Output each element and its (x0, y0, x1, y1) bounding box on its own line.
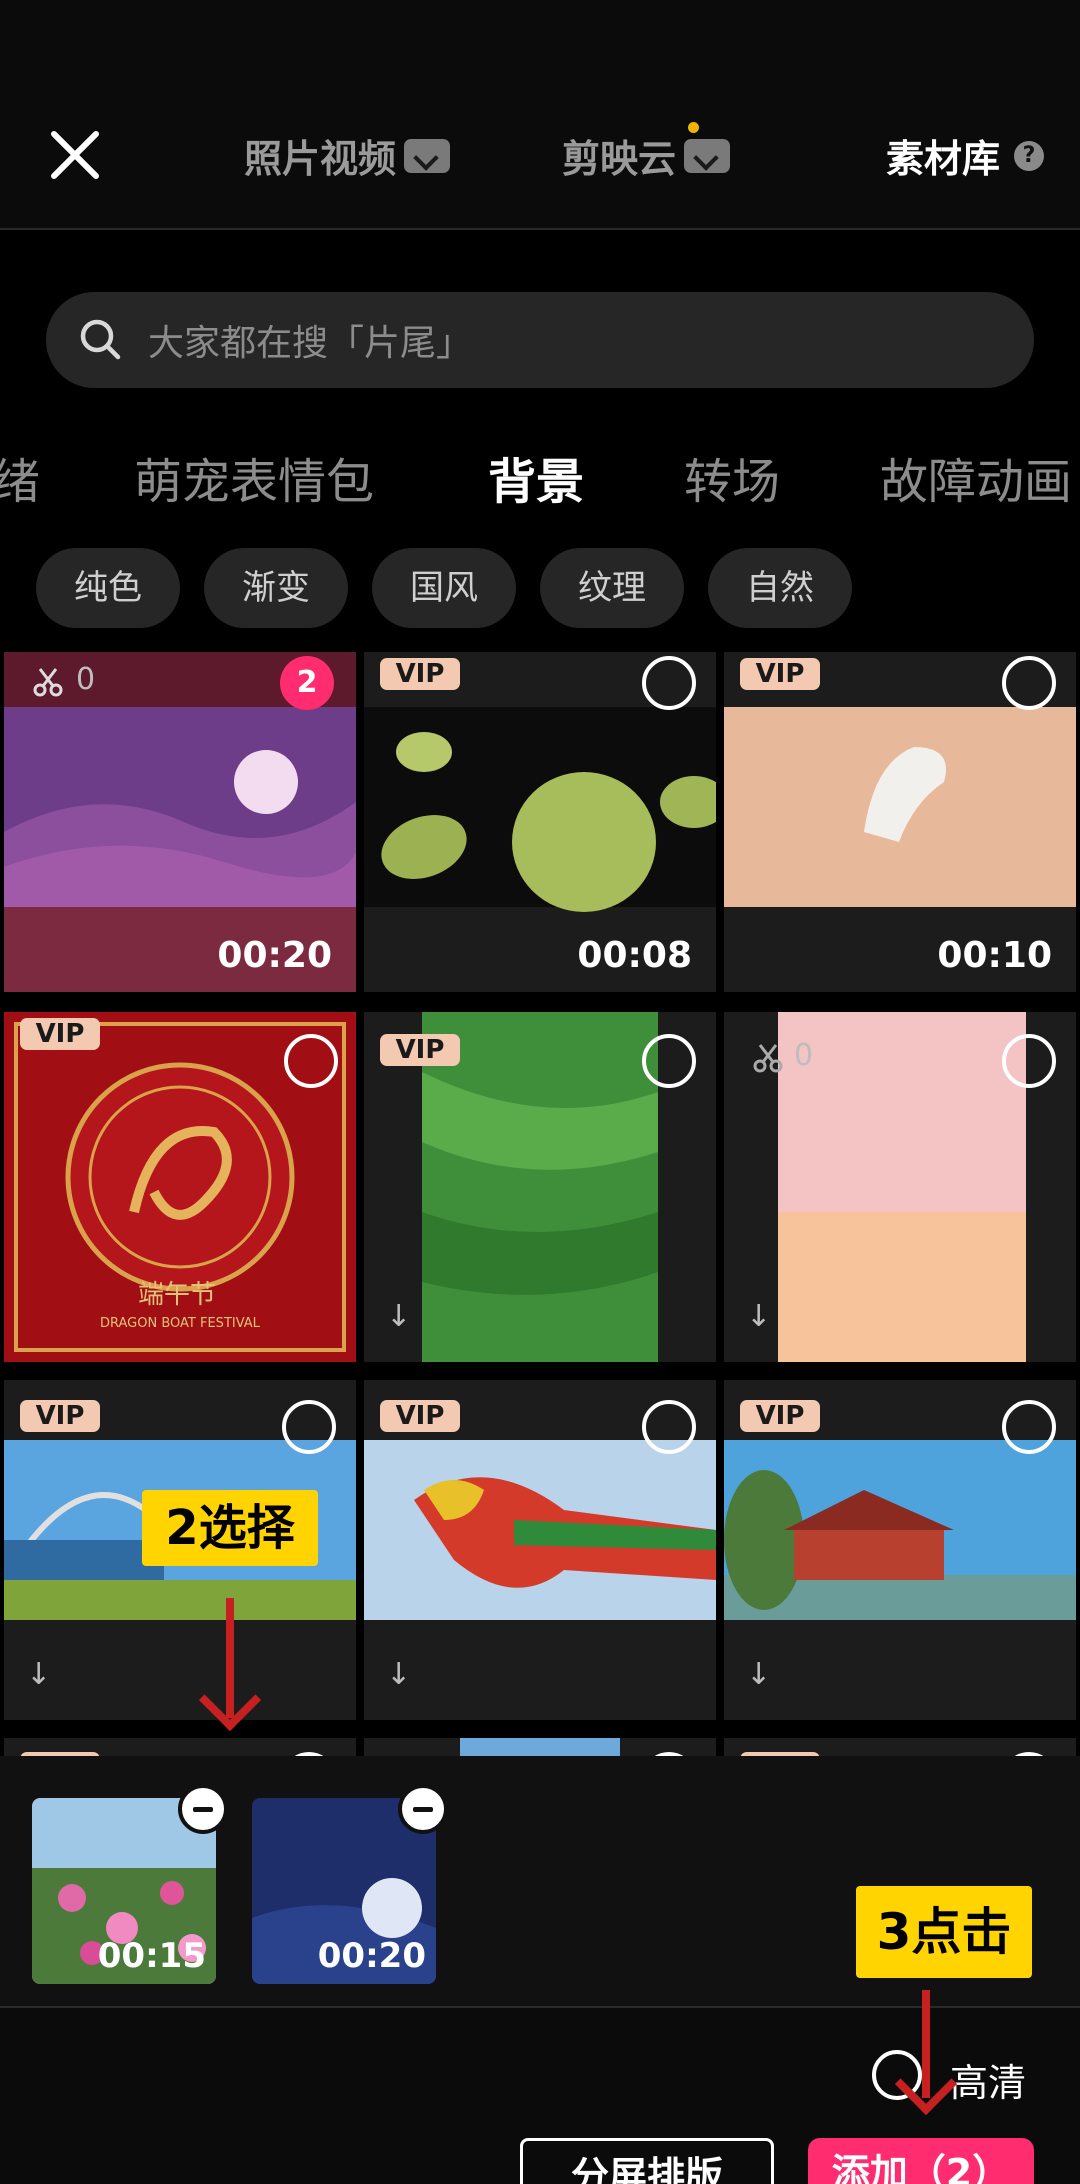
vip-badge: VIP (380, 1034, 460, 1066)
vip-badge: VIP (380, 1400, 460, 1432)
filter-chip[interactable]: 自然 (708, 548, 852, 628)
thumbnail (460, 1738, 620, 1757)
duration-label: 00:08 (577, 935, 692, 976)
select-circle[interactable] (282, 1400, 336, 1454)
material-item-selected[interactable]: 0 2 00:20 (4, 652, 356, 992)
filter-chip[interactable]: 国风 (372, 548, 516, 628)
category-tab[interactable]: 转场 (684, 442, 780, 512)
material-item[interactable]: VIP ↓ (364, 1380, 716, 1720)
tab-material-library[interactable]: 素材库 ? (886, 128, 1045, 183)
filter-chip[interactable]: 纯色 (36, 548, 180, 628)
material-item[interactable]: VIP ↓ (364, 1012, 716, 1362)
remove-icon[interactable] (398, 1784, 448, 1834)
top-bar: 照片视频 剪映云 素材库 ? (0, 0, 1080, 230)
material-item[interactable]: 0 (364, 1738, 716, 1757)
material-item[interactable]: VIP (4, 1738, 356, 1757)
material-item[interactable]: VIP 00:10 (724, 652, 1076, 992)
close-icon[interactable] (46, 126, 104, 184)
annotation-step3: 3点击 (856, 1886, 1032, 1978)
scissors-icon (33, 668, 63, 697)
cut-count: 0 (76, 662, 96, 697)
download-icon[interactable]: ↓ (746, 1299, 771, 1334)
duration-label: 00:10 (937, 935, 1052, 976)
vip-badge: VIP (20, 1400, 100, 1432)
caption: 端午节 (138, 1280, 217, 1310)
tab-photos-videos[interactable]: 照片视频 (244, 128, 451, 183)
select-circle[interactable] (1002, 1034, 1056, 1088)
material-item[interactable]: VIP 00:08 (364, 652, 716, 992)
select-circle[interactable] (642, 656, 696, 710)
select-circle[interactable] (642, 1034, 696, 1088)
tab-label: 素材库 (886, 137, 1001, 181)
select-circle[interactable] (1002, 1400, 1056, 1454)
notification-dot (688, 122, 699, 133)
filter-chip[interactable]: 纹理 (540, 548, 684, 628)
tab-label: 剪映云 (562, 137, 677, 181)
select-circle[interactable] (1002, 656, 1056, 710)
filter-chip[interactable]: 渐变 (204, 548, 348, 628)
selection-number-badge[interactable]: 2 (280, 656, 334, 710)
download-icon[interactable]: ↓ (26, 1657, 51, 1692)
vip-badge: VIP (380, 658, 460, 690)
material-item[interactable]: 端午节 DRAGON BOAT FESTIVAL VIP (4, 1012, 356, 1362)
download-icon[interactable]: ↓ (386, 1299, 411, 1334)
hd-label: 高清 (950, 2061, 1027, 2105)
material-item[interactable]: VIP (724, 1738, 1076, 1757)
category-tab[interactable]: 故障动画 (880, 442, 1072, 512)
select-circle[interactable] (642, 1400, 696, 1454)
annotation-step2: 2选择 (142, 1490, 318, 1566)
add-button[interactable]: 添加（2） (808, 2138, 1034, 2184)
help-icon[interactable]: ? (1014, 140, 1045, 171)
vip-badge: VIP (20, 1018, 100, 1050)
tab-label: 照片视频 (244, 137, 397, 181)
category-tab-active[interactable]: 背景 (488, 442, 584, 512)
remove-icon[interactable] (178, 1784, 228, 1834)
sub-caption: DRAGON BOAT FESTIVAL (100, 1316, 260, 1331)
category-tabs: 绪 萌宠表情包 背景 转场 故障动画 (0, 430, 1080, 520)
cut-count: 0 (794, 1038, 814, 1073)
material-grid: 0 2 00:20 VIP 00:08 VIP 00:10 端午节 DRAGON… (0, 652, 1080, 1757)
material-item[interactable]: 0 ↓ (724, 1012, 1076, 1362)
download-icon[interactable]: ↓ (746, 1657, 771, 1692)
duration-label: 00:20 (317, 1936, 426, 1976)
tab-cloud[interactable]: 剪映云 (562, 128, 731, 183)
vip-badge: VIP (740, 658, 820, 690)
split-layout-button[interactable]: 分屏排版 (520, 2138, 774, 2184)
search-placeholder: 大家都在搜「片尾」 (148, 323, 473, 364)
chevron-down-icon (404, 138, 451, 173)
download-icon[interactable]: ↓ (386, 1657, 411, 1692)
category-tab[interactable]: 绪 (0, 442, 40, 512)
duration-label: 00:20 (217, 935, 332, 976)
vip-badge: VIP (740, 1400, 820, 1432)
chevron-down-icon (684, 138, 731, 173)
scissors-icon (753, 1044, 783, 1073)
search-icon (80, 319, 121, 360)
search-input[interactable]: 大家都在搜「片尾」 (46, 292, 1034, 388)
material-item[interactable]: VIP ↓ (724, 1380, 1076, 1720)
duration-label: 00:15 (97, 1936, 206, 1976)
divider (0, 228, 1080, 230)
select-circle[interactable] (284, 1034, 338, 1088)
category-tab[interactable]: 萌宠表情包 (134, 442, 374, 512)
